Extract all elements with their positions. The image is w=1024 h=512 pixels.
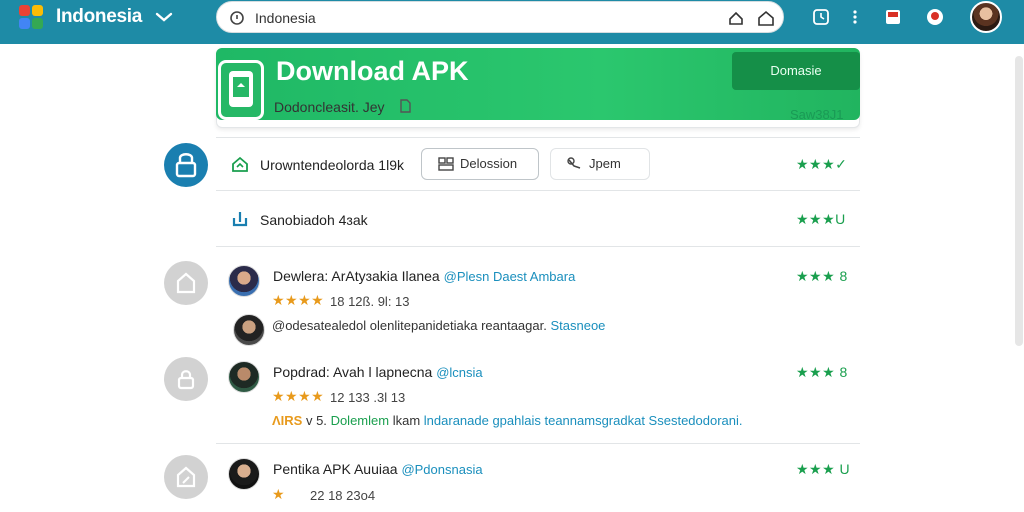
divider [216,443,860,444]
rating-stars: ★★★✓ [796,156,848,172]
review-reply: @odesatealedol olenlitepanidetiaka reant… [272,318,605,333]
review-author-line: Pentika APK Auuiaa @Pdonsnasia [273,461,483,477]
review-meta: 18 12ß. 9l: 13 [330,294,410,309]
avatar[interactable] [228,265,260,297]
download-subtitle: Dodoncleasit. Jey [274,99,385,115]
apk-file-icon [218,60,264,120]
home-icon [176,272,196,294]
review-circle[interactable] [164,455,208,499]
review-side-stars: ★★★ 8 [796,364,848,380]
review-body-green: Dolemlem [330,413,390,428]
review-body-blue: lndaranade gpahlais teannamsgradkat Sses… [423,413,743,428]
download-button[interactable]: Domasie [732,52,860,90]
review-stars: ★★★★ [272,388,325,404]
flag-icon[interactable] [884,8,902,26]
profile-avatar[interactable] [970,1,1002,33]
review-author[interactable]: Popdrad: Avah l lapnecna [273,364,432,380]
permission-button-label: Delossion [460,156,518,171]
review-meta: 12 133 .3l 13 [330,390,406,405]
reply-text: @odesatealedol olenlitepanidetiaka reant… [272,318,547,333]
review-circle[interactable] [164,261,208,305]
avatar[interactable] [228,361,260,393]
scrollbar[interactable] [1015,56,1023,346]
grid-icon [438,157,454,171]
rating-stars: ★★★U [796,211,846,227]
review-tag: ɅIRS [272,413,303,428]
review-author[interactable]: Dewlera: ArAtyɜakia Ilanea [273,268,440,284]
app-logo-icon[interactable] [18,4,44,30]
divider [216,137,860,138]
site-info-icon[interactable] [229,10,245,26]
brand-name[interactable]: Indonesia [56,6,142,28]
review-tag-suffix: v 5. [305,413,327,428]
lock-icon [175,153,197,178]
home-icon[interactable] [757,9,775,27]
permission-button[interactable]: Delossion [421,148,539,180]
reply-handle[interactable]: Stasneoe [550,318,605,333]
review-side-stars: ★★★ U [796,461,851,477]
download-title: Download APK [276,56,469,86]
review-body: ɅIRS v 5. Dolemlem lkam lndaranade gpahl… [272,413,743,428]
share-icon[interactable] [727,9,745,27]
address-bar[interactable]: Indonesia [216,1,784,33]
divider [216,246,860,247]
file-icon [400,99,411,113]
review-handle[interactable]: @Plesn Daest Ambara [444,269,576,284]
link-icon [567,157,581,169]
install-circle[interactable] [164,143,208,187]
install-label: Urowntendeolorda 1l9k [260,157,404,173]
avatar[interactable] [233,314,265,346]
divider [216,190,860,191]
review-author-line: Popdrad: Avah l lapnecna @lcnsia [273,364,483,380]
review-stars: ★ [272,486,286,502]
more-vert-icon[interactable] [846,8,864,26]
lock-icon [177,370,195,390]
avatar[interactable] [228,458,260,490]
edit-icon [176,466,196,488]
chevron-down-icon[interactable] [154,10,174,24]
clock-icon[interactable] [812,8,830,26]
review-side-stars: ★★★ 8 [796,268,848,284]
review-body-dark: lkam [392,413,421,428]
open-button-label: Jpem [589,156,621,171]
review-circle[interactable] [164,357,208,401]
review-author[interactable]: Pentika APK Auuiaa [273,461,398,477]
install-icon [232,156,248,172]
review-handle[interactable]: @lcnsia [436,365,482,380]
address-text[interactable]: Indonesia [255,10,316,26]
extension-icon[interactable] [926,8,944,26]
download-size: Saw38J1 [790,107,844,122]
review-author-line: Dewlera: ArAtyɜakia Ilanea @Plesn Daest … [273,268,575,284]
review-handle[interactable]: @Pdonsnasia [401,462,482,477]
review-meta: 22 18 23o4 [310,488,376,503]
open-button[interactable]: Jpem [550,148,650,180]
update-label: Sanobiadoh 4ɜak [260,212,368,228]
review-stars: ★★★★ [272,292,325,308]
update-icon [232,212,248,227]
